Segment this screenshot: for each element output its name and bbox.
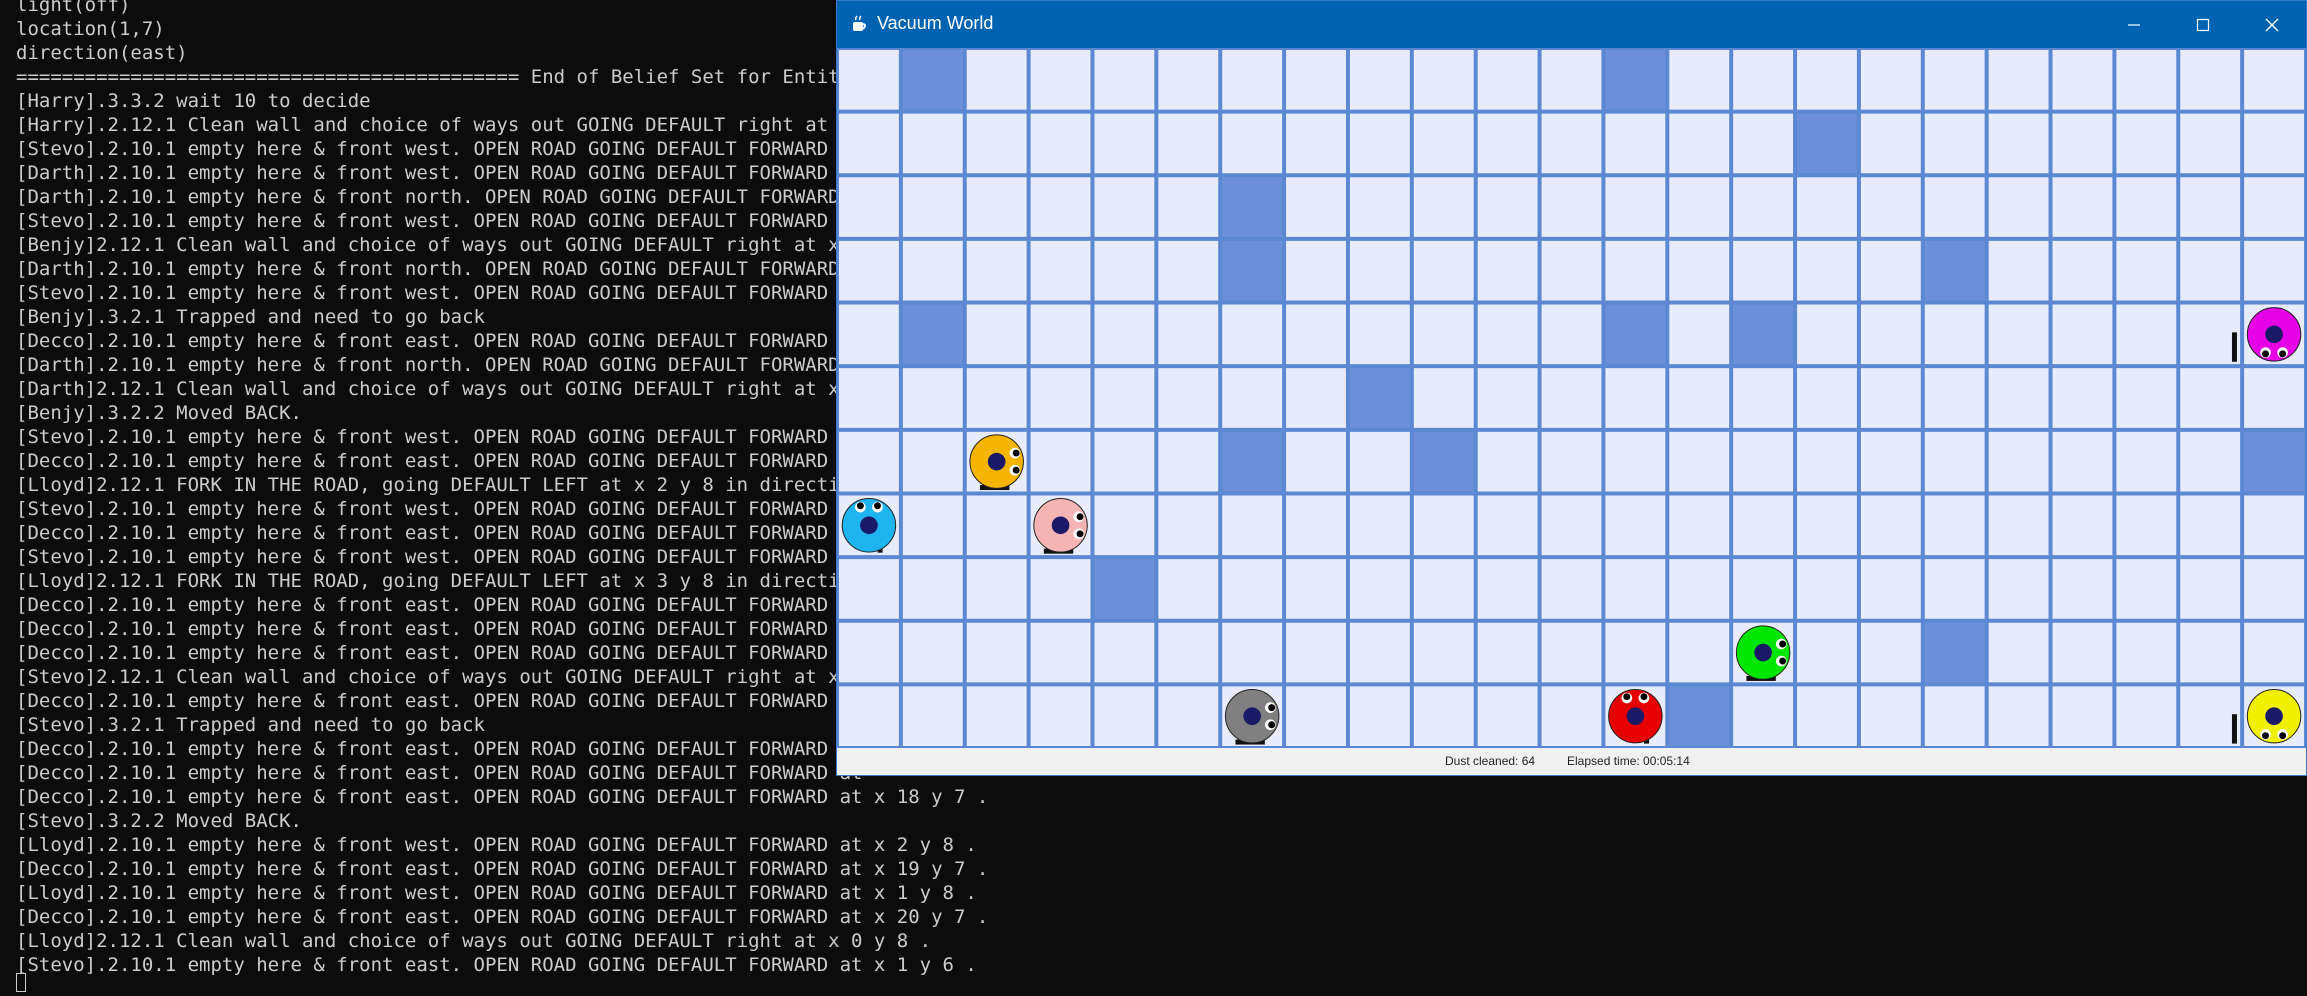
console-line: [Decco].2.10.1 empty here & front east. … (16, 690, 863, 712)
agent-pupil (2279, 350, 2287, 358)
agent-center (860, 516, 878, 535)
agent-center (2265, 707, 2283, 726)
console-line: [Decco].2.10.1 empty here & front east. … (16, 858, 989, 880)
agent-pupil (1640, 693, 1648, 701)
console-line: [Stevo].2.10.1 empty here & front west. … (16, 282, 863, 304)
console-line: [Decco].2.10.1 empty here & front east. … (16, 618, 863, 640)
dust-cell (1603, 48, 1668, 112)
dust-cell (1731, 302, 1796, 367)
agent-center (2265, 325, 2283, 344)
close-icon (2265, 18, 2278, 31)
dust-cell (900, 48, 965, 112)
console-line: [Stevo].2.10.1 empty here & front west. … (16, 138, 863, 160)
console-line: light(off) (16, 0, 131, 16)
agent-pupil (1268, 704, 1276, 712)
console-line: [Decco].2.10.1 empty here & front east. … (16, 738, 863, 760)
console-line: [Benjy].3.2.2 Moved BACK. (16, 402, 302, 424)
console-line: [Stevo].2.10.1 empty here & front west. … (16, 498, 863, 520)
agent-pupil (874, 502, 881, 510)
console-line: [Stevo].2.10.1 empty here & front west. … (16, 210, 863, 232)
console-line: [Harry].3.3.2 wait 10 to decide (16, 90, 371, 112)
console-line: [Darth]2.12.1 Clean wall and choice of w… (16, 378, 874, 400)
title-bar[interactable]: Vacuum World (837, 1, 2306, 48)
agent-wheel (2231, 332, 2237, 362)
agent-center (1051, 516, 1070, 535)
agent-pupil (1779, 640, 1787, 648)
dust-cell (900, 302, 965, 367)
console-line: [Darth].2.10.1 empty here & front north.… (16, 186, 874, 208)
dust-cell (1667, 684, 1732, 748)
vacuum-world-grid[interactable] (837, 48, 2306, 748)
console-line: [Stevo]2.12.1 Clean wall and choice of w… (16, 666, 863, 688)
agent-pupil (1012, 449, 1020, 457)
agent-center (1626, 707, 1645, 726)
grid-background (837, 48, 2306, 748)
dust-cell (1347, 366, 1412, 430)
agent-pupil (1623, 693, 1631, 701)
console-line: [Decco].2.10.1 empty here & front east. … (16, 594, 863, 616)
dust-cell (1922, 238, 1987, 303)
console-line: [Decco].2.10.1 empty here & front east. … (16, 906, 989, 928)
console-line: [Stevo].3.2.1 Trapped and need to go bac… (16, 714, 485, 736)
console-line: [Decco].2.10.1 empty here & front east. … (16, 762, 863, 784)
agent-pupil (2262, 350, 2269, 358)
console-line: ========================================… (16, 66, 840, 88)
dust-cell (1603, 302, 1668, 367)
console-line: [Decco].2.10.1 empty here & front east. … (16, 330, 863, 352)
agent-wheel (2231, 714, 2237, 744)
dust-cell (1220, 175, 1285, 239)
console-line: [Lloyd]2.12.1 FORK IN THE ROAD, going DE… (16, 474, 863, 496)
maximize-icon (2196, 18, 2209, 31)
agent-center (1243, 707, 1261, 726)
elapsed-time-label: Elapsed time: 00:05:14 (1567, 754, 1690, 768)
java-cup-icon (853, 15, 866, 31)
console-line: [Lloyd].2.10.1 empty here & front west. … (16, 834, 977, 856)
console-line: [Decco].2.10.1 empty here & front east. … (16, 522, 863, 544)
console-line: [Lloyd]2.12.1 Clean wall and choice of w… (16, 930, 932, 952)
console-line: [Darth].2.10.1 empty here & front north.… (16, 354, 874, 376)
agent-pupil (1076, 530, 1084, 538)
console-line: [Stevo].3.2.2 Moved BACK. (16, 810, 302, 832)
text-cursor (16, 973, 26, 992)
agent-pupil (1012, 466, 1020, 474)
dust-cell (2242, 429, 2306, 494)
dust-cell (1092, 557, 1157, 621)
agent-pupil (2262, 732, 2269, 740)
dust-cell (1411, 429, 1476, 494)
agent-pupil (1076, 513, 1084, 521)
maximize-button[interactable] (2168, 1, 2237, 48)
dust-cell (1220, 238, 1285, 303)
agent-pupil (2279, 732, 2287, 740)
window-title: Vacuum World (877, 13, 994, 33)
dust-cleaned-label: Dust cleaned: 64 (1445, 754, 1536, 768)
agent-center (1754, 643, 1772, 662)
vacuum-world-window[interactable]: Vacuum World Dust cleaned: 64 Elapsed ti… (836, 0, 2307, 776)
console-line: [Benjy].3.2.1 Trapped and need to go bac… (16, 306, 485, 328)
console-line: [Harry].2.12.1 Clean wall and choice of … (16, 114, 874, 136)
console-line: [Benjy]2.12.1 Clean wall and choice of w… (16, 234, 863, 256)
agent-pupil (1268, 721, 1276, 729)
dust-cell (1795, 111, 1859, 176)
console-line: location(1,7) (16, 18, 165, 40)
console-line: [Darth].2.10.1 empty here & front north.… (16, 258, 874, 280)
agent-pupil (856, 502, 864, 510)
console-line: [Lloyd].2.10.1 empty here & front west. … (16, 882, 977, 904)
console-line: [Decco].2.10.1 empty here & front east. … (16, 450, 863, 472)
console-line: [Stevo].2.10.1 empty here & front west. … (16, 546, 863, 568)
console-line: [Stevo].2.10.1 empty here & front east. … (16, 954, 977, 976)
agent-pupil (1779, 657, 1787, 665)
console-line: [Stevo].2.10.1 empty here & front west. … (16, 426, 863, 448)
agent-center (987, 452, 1006, 471)
console-line: [Decco].2.10.1 empty here & front east. … (16, 642, 863, 664)
console-line: [Decco].2.10.1 empty here & front east. … (16, 786, 989, 808)
close-button[interactable] (2237, 1, 2306, 48)
minimize-icon (2127, 23, 2140, 26)
console-line: [Lloyd]2.12.1 FORK IN THE ROAD, going DE… (16, 570, 863, 592)
dust-cell (1220, 429, 1285, 494)
console-line: [Darth].2.10.1 empty here & front west. … (16, 162, 863, 184)
console-line: direction(east) (16, 42, 188, 64)
minimize-button[interactable] (2099, 1, 2168, 48)
status-bar: Dust cleaned: 64 Elapsed time: 00:05:14 (837, 748, 2306, 775)
dust-cell (1922, 620, 1987, 685)
